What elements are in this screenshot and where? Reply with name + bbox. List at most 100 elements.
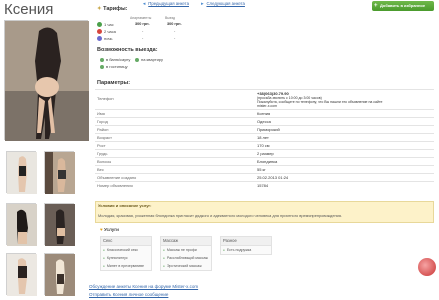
params-row: Город Одесса bbox=[95, 117, 434, 126]
services-col-misc: Разное Есть подружка bbox=[220, 236, 272, 255]
terms-text: Молодая, красивая, ухоженная блондинка п… bbox=[98, 213, 343, 218]
prev-profile-link[interactable]: Предыдущая анкета bbox=[148, 1, 189, 6]
prev-arrow-icon: ◄ bbox=[142, 1, 147, 6]
thumbnail-image bbox=[45, 254, 75, 296]
forum-discussion-link[interactable]: Обсуждение анкеты Ксения на форуме Miste… bbox=[89, 284, 198, 289]
param-phone-value: +38(063)30.79.90 (просьба звонить с 10:0… bbox=[255, 89, 434, 110]
param-value: 55 кг bbox=[255, 165, 434, 174]
thumbnail-6[interactable] bbox=[44, 253, 75, 296]
service-item: Эротический массаж bbox=[161, 262, 211, 270]
rate-row-2h: 2 часа bbox=[97, 29, 116, 35]
rate-apartments-2h: - bbox=[142, 29, 144, 33]
outcall-label: в гостиницу bbox=[106, 64, 128, 69]
rate-dot-icon bbox=[97, 22, 102, 28]
check-icon bbox=[135, 57, 139, 62]
rate-label: 1 час bbox=[104, 22, 114, 27]
rate-row-1h: 1 час bbox=[97, 22, 114, 28]
check-icon bbox=[100, 64, 104, 69]
services-col-massage: Массаж Массаж не профи Расслабляющий мас… bbox=[160, 236, 212, 271]
heart-icon: ♥ bbox=[100, 227, 103, 232]
param-key: Возраст bbox=[95, 133, 255, 142]
thumbnail-4[interactable] bbox=[44, 203, 75, 246]
params-row: Грудь 2 размер bbox=[95, 149, 434, 158]
param-key: Объявление создано bbox=[95, 173, 255, 182]
rate-outcall-night: - bbox=[174, 36, 176, 40]
rate-row-night: ночь bbox=[97, 36, 113, 42]
thumbnail-image bbox=[45, 204, 75, 246]
main-photo[interactable] bbox=[4, 20, 89, 141]
param-key: Телефон bbox=[95, 89, 255, 110]
rate-label: ночь bbox=[104, 36, 113, 41]
outcall-heading: Возможность выезда: bbox=[97, 47, 158, 53]
services-heading-text: Услуги bbox=[103, 227, 119, 232]
rate-apartments-1h: 300 грн. bbox=[135, 22, 150, 26]
service-item: Массаж не профи bbox=[161, 246, 211, 254]
thumbnail-2[interactable] bbox=[44, 151, 75, 194]
thumbnail-3[interactable] bbox=[6, 203, 37, 246]
outcall-label: в баню/сауну bbox=[106, 57, 131, 62]
next-profile-link[interactable]: Следующая анкета bbox=[206, 1, 244, 6]
rate-outcall-2h: - bbox=[174, 29, 176, 33]
thumbnail-image bbox=[7, 254, 37, 296]
params-row: Возраст 18 лет bbox=[95, 133, 434, 142]
thumbnail-5[interactable] bbox=[6, 253, 37, 296]
add-to-favorites-button[interactable]: Добавить в избранное bbox=[372, 1, 434, 11]
param-value: 170 см bbox=[255, 141, 434, 150]
outcall-item-sauna: в баню/сауну bbox=[100, 57, 130, 62]
outcall-label: на квартиру bbox=[141, 57, 163, 62]
service-item: Расслабляющий массаж bbox=[161, 254, 211, 262]
next-arrow-icon: ► bbox=[200, 1, 205, 6]
params-row: Рост 170 см bbox=[95, 141, 434, 150]
check-icon bbox=[100, 57, 104, 62]
param-value: 2 размер bbox=[255, 149, 434, 158]
param-key: Вес bbox=[95, 165, 255, 174]
rates-heading: ✦ Тарифы: bbox=[97, 6, 128, 12]
terms-box: Условия и описание услуг: Молодая, краси… bbox=[95, 201, 434, 223]
photo-image bbox=[5, 21, 89, 141]
terms-heading: Условия и описание услуг: bbox=[98, 203, 152, 208]
outcall-item-hotel: в гостиницу bbox=[100, 64, 128, 69]
services-col-title: Разное bbox=[221, 237, 271, 246]
thumbnail-1[interactable] bbox=[6, 151, 37, 194]
param-key: Город bbox=[95, 117, 255, 126]
service-item: Классический секс bbox=[101, 246, 151, 254]
params-heading: Параметры: bbox=[97, 80, 131, 86]
rate-dot-icon bbox=[97, 29, 102, 35]
param-value: Блондинка bbox=[255, 157, 434, 166]
services-col-title: Секс bbox=[101, 237, 151, 246]
services-heading: ♥ Услуги bbox=[100, 227, 119, 232]
rates-icon: ✦ bbox=[97, 6, 102, 12]
rate-label: 2 часа bbox=[104, 29, 116, 34]
rate-dot-icon bbox=[97, 36, 102, 42]
params-row: Номер объявления 15784 bbox=[95, 181, 434, 189]
param-value: 15784 bbox=[255, 181, 434, 189]
service-item: Минет в презервативе bbox=[101, 262, 151, 270]
service-item: Есть подружка bbox=[221, 246, 271, 254]
param-value: Одесса bbox=[255, 117, 434, 126]
service-item: Куннилингус bbox=[101, 254, 151, 262]
services-col-title: Массаж bbox=[161, 237, 211, 246]
rates-col-apartments: Апартаменты bbox=[130, 16, 152, 20]
params-row: Имя Ксения bbox=[95, 109, 434, 118]
thumbnail-image bbox=[45, 152, 75, 194]
send-message-link[interactable]: Отправить Ксения личное сообщение bbox=[89, 292, 168, 297]
param-key: Волосы bbox=[95, 157, 255, 166]
rates-col-outcall: Выезд bbox=[165, 16, 175, 20]
rate-apartments-night: - bbox=[142, 36, 144, 40]
thumbnail-image bbox=[7, 204, 37, 246]
param-value: 25.02.2013 01:24 bbox=[255, 173, 434, 182]
params-row-phone: Телефон +38(063)30.79.90 (просьба звонит… bbox=[95, 89, 434, 110]
param-value: Приморский bbox=[255, 125, 434, 134]
thumbnail-image bbox=[7, 152, 37, 194]
params-row: Вес 55 кг bbox=[95, 165, 434, 174]
param-key: Район bbox=[95, 125, 255, 134]
params-table: Телефон +38(063)30.79.90 (просьба звонит… bbox=[95, 89, 434, 189]
profile-navigation: ◄ Предыдущая анкета ► Следующая анкета bbox=[142, 1, 255, 6]
param-key: Грудь bbox=[95, 149, 255, 158]
rate-outcall-1h: 300 грн. bbox=[167, 22, 182, 26]
strawberry-icon[interactable] bbox=[418, 258, 436, 276]
outcall-item-apartment: на квартиру bbox=[135, 57, 163, 62]
params-row: Волосы Блондинка bbox=[95, 157, 434, 166]
param-key: Номер объявления bbox=[95, 181, 255, 189]
params-row: Объявление создано 25.02.2013 01:24 bbox=[95, 173, 434, 182]
